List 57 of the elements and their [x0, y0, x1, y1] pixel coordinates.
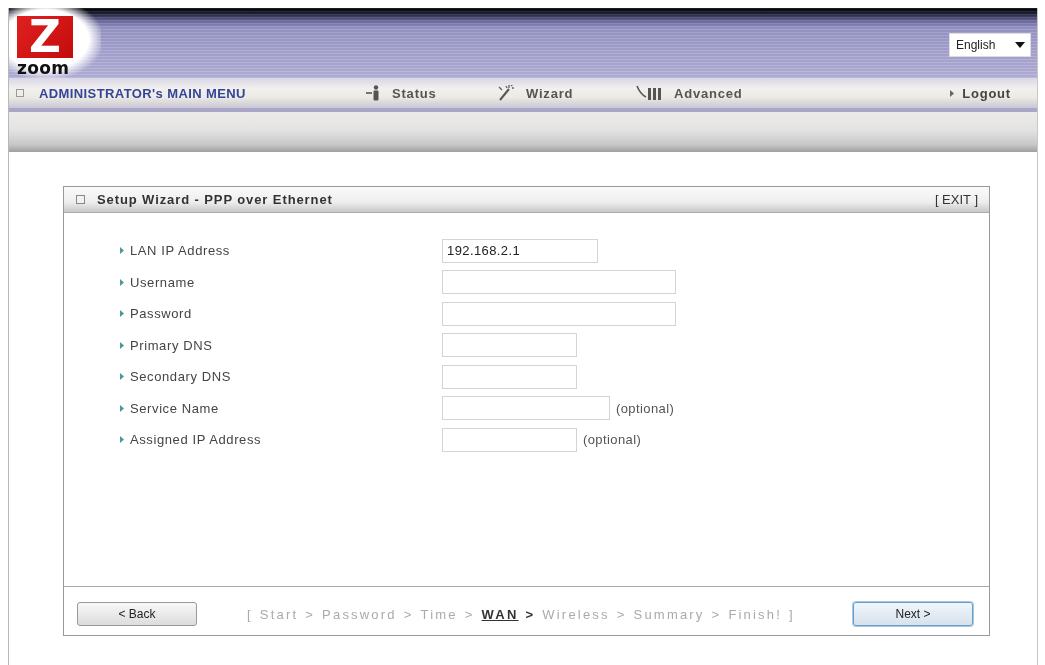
breadcrumb-bracket: ]: [789, 606, 795, 622]
field-label: Username: [130, 274, 195, 290]
back-button[interactable]: < Back: [77, 602, 197, 626]
nav-link[interactable]: Wizard: [498, 85, 636, 101]
input-field[interactable]: [442, 427, 577, 452]
input-field[interactable]: [442, 270, 676, 295]
input-field[interactable]: [442, 301, 676, 326]
wizard-step: Wireless: [542, 606, 610, 622]
bullet-icon: [120, 341, 124, 349]
wand-icon: [498, 85, 514, 101]
step-separator: >: [305, 606, 316, 622]
input-field[interactable]: [442, 333, 577, 358]
bars-icon: [636, 85, 662, 101]
input-field[interactable]: [442, 364, 577, 389]
input-field[interactable]: 192.168.2.1: [442, 238, 598, 263]
person-icon: [366, 85, 380, 101]
breadcrumb-bracket: [: [247, 606, 253, 622]
logo-mark: Z: [17, 16, 73, 58]
wizard-step: WAN: [481, 606, 519, 622]
step-separator: >: [711, 606, 722, 622]
bullet-icon: [120, 310, 124, 318]
wizard-step: Time: [420, 606, 458, 622]
wizard-step: Start: [259, 606, 299, 622]
caret-icon: [1015, 42, 1025, 48]
nav-link[interactable]: Status: [366, 85, 498, 101]
bullet-icon: [120, 247, 124, 255]
field-label: Secondary DNS: [130, 369, 231, 385]
input-field[interactable]: [442, 396, 610, 421]
logo-wordmark: zoom: [17, 61, 71, 76]
step-separator: >: [464, 606, 475, 622]
wizard-step: Finish!: [728, 606, 783, 622]
bullet-icon: [120, 404, 124, 412]
logout-link[interactable]: Logout: [950, 85, 1011, 101]
field-label: Assigned IP Address: [130, 432, 262, 448]
square-icon: [76, 195, 85, 204]
square-icon: [16, 89, 24, 97]
nav-link[interactable]: Advanced: [636, 85, 743, 101]
menu-title: ADMINISTRATOR's MAIN MENU: [39, 85, 246, 101]
wizard-step: Password: [322, 606, 397, 622]
step-separator: >: [616, 606, 627, 622]
field-label: Primary DNS: [130, 337, 213, 353]
next-button[interactable]: Next >: [853, 602, 973, 626]
exit-link[interactable]: [ EXIT ]: [934, 192, 978, 207]
optional-note: (optional): [583, 432, 642, 448]
field-label: LAN IP Address: [130, 243, 230, 259]
panel-title: Setup Wizard - PPP over Ethernet: [97, 192, 333, 207]
optional-note: (optional): [616, 400, 675, 416]
field-label: Password: [130, 306, 192, 322]
step-separator: >: [525, 606, 536, 622]
triangle-icon: [950, 89, 955, 97]
bullet-icon: [120, 373, 124, 381]
bullet-icon: [120, 278, 124, 286]
language-select[interactable]: English: [949, 33, 1031, 57]
field-label: Service Name: [130, 400, 219, 416]
bullet-icon: [120, 436, 124, 444]
wizard-step: Summary: [633, 606, 705, 622]
step-separator: >: [403, 606, 414, 622]
